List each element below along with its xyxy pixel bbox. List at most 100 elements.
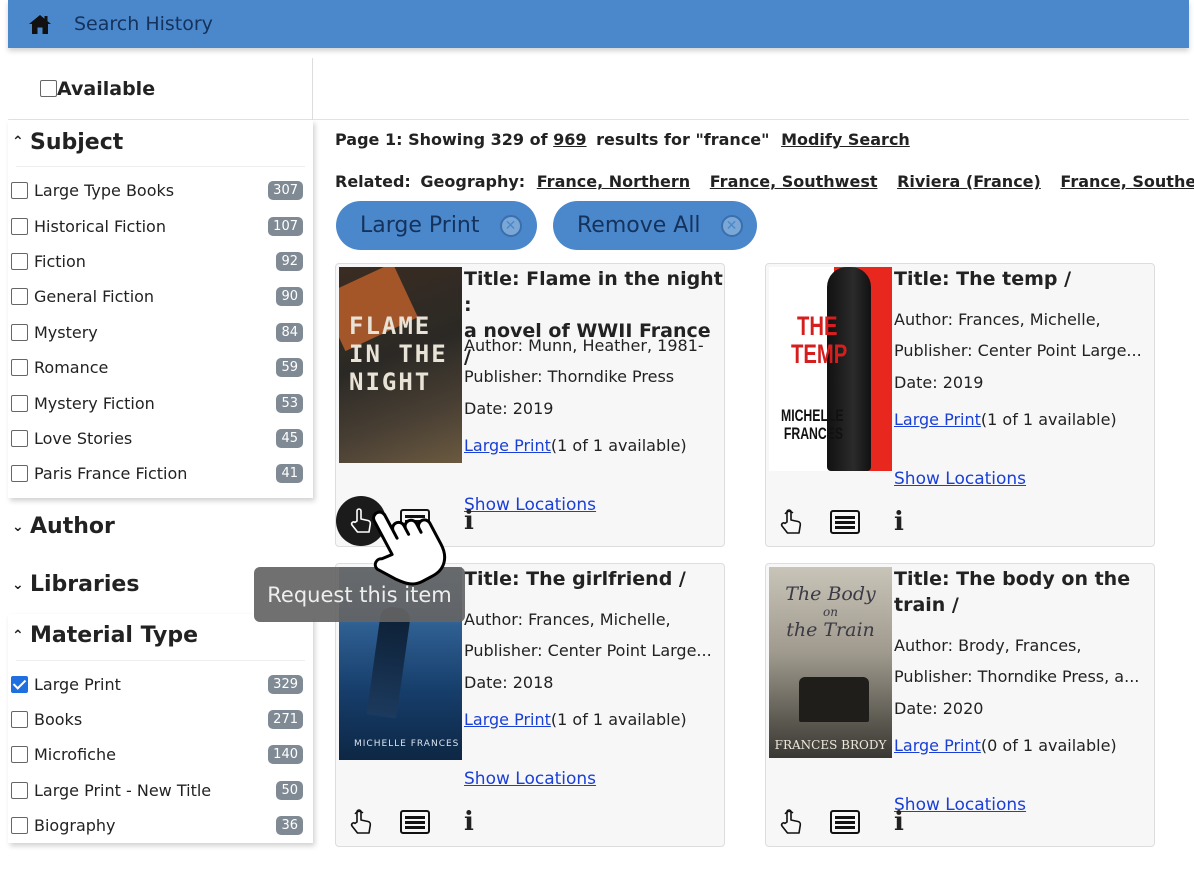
request-hand-icon[interactable] [778, 508, 804, 536]
related-link[interactable]: France, Northern [537, 172, 690, 191]
facet-count-badge: 329 [268, 674, 303, 694]
facet-checkbox[interactable] [11, 394, 28, 412]
remove-all-icon[interactable]: ✕ [720, 214, 743, 237]
facet-checkbox[interactable] [11, 711, 28, 729]
facet-checkbox[interactable] [11, 675, 28, 693]
subject-facet-toggle[interactable]: ⌃ Subject [8, 120, 313, 164]
related-link[interactable]: Riviera (France) [897, 172, 1041, 191]
large-print-link[interactable]: Large Print [894, 736, 981, 755]
facet-item[interactable]: Romance 59 [8, 350, 313, 385]
large-print-link[interactable]: Large Print [464, 436, 551, 455]
facet-item-label: Large Print - New Title [34, 780, 212, 800]
book-cover[interactable]: THE TEMP MICHELLE FRANCES [769, 267, 892, 471]
show-locations-link[interactable]: Show Locations [464, 495, 596, 515]
card-format: Large Print(1 of 1 available) [464, 436, 687, 455]
info-icon[interactable]: i [464, 508, 474, 534]
home-icon[interactable] [28, 13, 52, 35]
facet-checkbox[interactable] [11, 359, 28, 377]
cover-author-line: FRANCES BRODY [774, 738, 887, 752]
cover-author-line: MICHELLE [781, 406, 844, 425]
chevron-down-icon: ⌄ [12, 576, 24, 593]
info-icon[interactable]: i [894, 809, 904, 835]
available-label: Available [57, 77, 156, 100]
facet-item[interactable]: General Fiction 90 [8, 279, 313, 314]
facet-item[interactable]: Mystery 84 [8, 315, 313, 350]
large-print-link[interactable]: Large Print [464, 710, 551, 729]
details-list-icon[interactable] [830, 510, 860, 534]
details-list-icon[interactable] [400, 810, 430, 834]
facet-checkbox[interactable] [11, 429, 28, 447]
hand-pointer-cursor-icon [372, 510, 447, 586]
facet-count-badge: 53 [276, 393, 303, 413]
request-hand-icon[interactable] [348, 808, 374, 836]
card-publisher: Publisher: Thorndike Press, a... [894, 667, 1140, 686]
card-title[interactable]: Title: The girlfriend / [464, 566, 686, 592]
title-line: Title: The girlfriend / [464, 568, 686, 590]
facet-item[interactable]: Microfiche 140 [8, 737, 313, 772]
card-title[interactable]: Title: The body on the train / [894, 566, 1130, 618]
available-filter[interactable]: Available [8, 58, 313, 120]
remove-all-pill[interactable]: Remove All ✕ [553, 201, 757, 250]
chevron-up-icon: ⌃ [12, 134, 24, 150]
facet-item-label: Mystery Fiction [34, 393, 155, 413]
facet-item[interactable]: Biography 36 [8, 808, 313, 843]
facet-checkbox[interactable] [11, 781, 28, 799]
facet-item[interactable]: Historical Fiction 107 [8, 208, 313, 243]
large-print-filter-pill[interactable]: Large Print ✕ [336, 201, 537, 250]
facet-checkbox[interactable] [11, 323, 28, 341]
facet-checkbox[interactable] [11, 252, 28, 270]
facet-item[interactable]: Large Print 329 [8, 667, 313, 702]
available-checkbox[interactable] [40, 80, 57, 97]
facet-item-label: Biography [34, 816, 116, 836]
author-facet-toggle[interactable]: ⌄ Author [8, 498, 313, 556]
facet-checkbox[interactable] [11, 746, 28, 764]
facet-checkbox[interactable] [11, 182, 28, 200]
details-list-icon[interactable] [830, 810, 860, 834]
facet-item[interactable]: Mystery Fiction 53 [8, 385, 313, 420]
card-author: Author: Frances, Michelle, [464, 610, 671, 629]
summary-suffix: results for "france" [596, 130, 770, 149]
chevron-up-icon: ⌃ [12, 627, 24, 644]
large-print-link[interactable]: Large Print [894, 410, 981, 429]
card-actions: i [778, 508, 904, 536]
show-locations-link[interactable]: Show Locations [894, 469, 1026, 489]
remove-filter-icon[interactable]: ✕ [499, 214, 522, 237]
cover-title-line: IN THE [349, 340, 448, 368]
card-date: Date: 2018 [464, 673, 554, 692]
result-card: THE TEMP MICHELLE FRANCES Title: The tem… [765, 263, 1155, 547]
facet-checkbox[interactable] [11, 465, 28, 483]
summary-prefix: Page 1: Showing 329 of [335, 130, 548, 149]
geography-label: Geography: [420, 172, 526, 191]
show-locations-link[interactable]: Show Locations [894, 795, 1026, 815]
facet-item[interactable]: Love Stories 45 [8, 421, 313, 456]
related-link[interactable]: France, Southwest [710, 172, 878, 191]
facet-count-badge: 307 [268, 181, 303, 201]
facet-item-label: Paris France Fiction [34, 464, 188, 484]
facet-item[interactable]: Fiction 92 [8, 244, 313, 279]
facet-checkbox[interactable] [11, 817, 28, 835]
cover-title-line: The Body [785, 583, 876, 605]
subject-facet: ⌃ Subject Large Type Books 307 Historical … [8, 120, 313, 498]
result-card: The Body on the Train FRANCES BRODY Titl… [765, 563, 1155, 847]
facet-count-badge: 45 [276, 428, 303, 448]
request-hand-icon[interactable] [778, 808, 804, 836]
facet-item[interactable]: Books 271 [8, 702, 313, 737]
modify-search-link[interactable]: Modify Search [781, 130, 910, 149]
info-icon[interactable]: i [464, 809, 474, 835]
facet-item[interactable]: Large Print - New Title 50 [8, 773, 313, 808]
related-link[interactable]: France, Southern [1060, 172, 1194, 191]
total-results-link[interactable]: 969 [553, 130, 586, 149]
book-cover[interactable]: FLAME IN THE NIGHT [339, 267, 462, 463]
card-title[interactable]: Title: The temp / [894, 266, 1071, 292]
facet-checkbox[interactable] [11, 217, 28, 235]
info-icon[interactable]: i [894, 509, 904, 535]
facet-count-badge: 92 [276, 251, 303, 271]
facet-item[interactable]: Paris France Fiction 41 [8, 456, 313, 491]
search-history-link[interactable]: Search History [74, 13, 213, 35]
facet-count-badge: 271 [268, 710, 303, 730]
facet-item[interactable]: Large Type Books 307 [8, 173, 313, 208]
card-author: Author: Brody, Frances, [894, 636, 1082, 655]
book-cover[interactable]: The Body on the Train FRANCES BRODY [769, 567, 892, 758]
facet-checkbox[interactable] [11, 288, 28, 306]
show-locations-link[interactable]: Show Locations [464, 769, 596, 789]
